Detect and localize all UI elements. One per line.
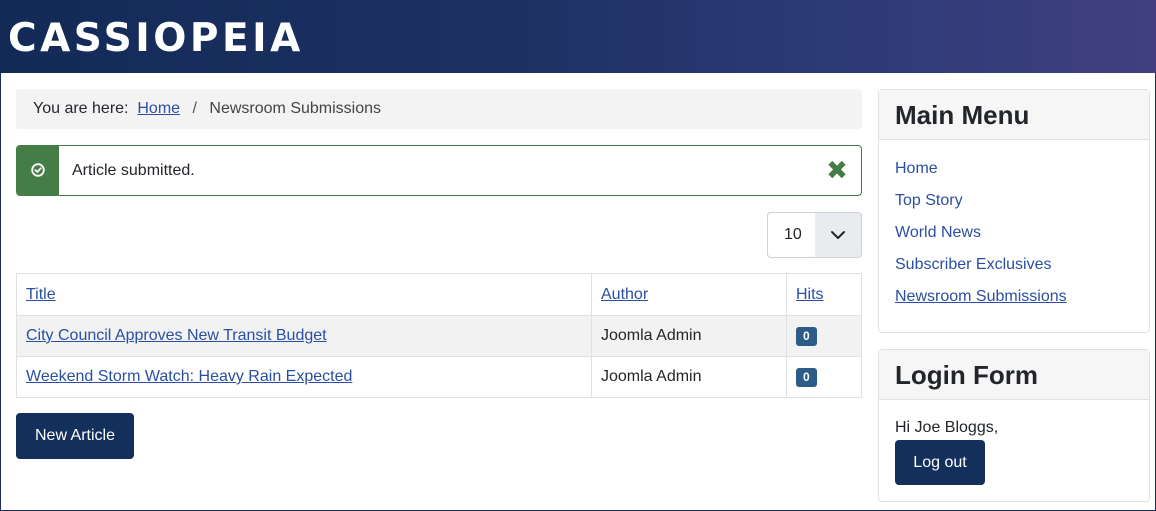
check-circle-icon <box>31 163 45 177</box>
menu-item-top-story: Top Story <box>895 185 1149 217</box>
login-form-module: Login Form Hi Joe Bloggs, Log out <box>878 349 1150 502</box>
success-alert: Article submitted. ✖ <box>16 145 862 196</box>
list-limit-arrow[interactable] <box>815 213 861 257</box>
main-menu-module: Main Menu Home Top Story World News Subs… <box>878 89 1150 333</box>
menu-link-home[interactable]: Home <box>895 160 938 177</box>
hits-badge: 0 <box>796 367 817 387</box>
article-author-cell: Joomla Admin <box>591 315 787 357</box>
sort-by-title-link[interactable]: Title <box>26 286 56 303</box>
site-header: CASSIOPEIA <box>0 0 1156 73</box>
article-hits-cell: 0 <box>786 356 862 398</box>
menu-link-subscriber-exclusives[interactable]: Subscriber Exclusives <box>895 256 1052 273</box>
article-title-cell: City Council Approves New Transit Budget <box>16 315 592 357</box>
article-author-cell: Joomla Admin <box>591 356 787 398</box>
new-article-button[interactable]: New Article <box>16 413 134 459</box>
article-title-link[interactable]: City Council Approves New Transit Budget <box>26 327 327 344</box>
sort-by-hits-link[interactable]: Hits <box>796 286 824 303</box>
logout-button[interactable]: Log out <box>895 440 985 485</box>
table-header-row: Title Author Hits <box>16 273 862 316</box>
breadcrumb: You are here: Home / Newsroom Submission… <box>16 89 862 129</box>
table-row: City Council Approves New Transit Budget… <box>16 315 862 357</box>
close-icon[interactable]: ✖ <box>825 157 849 183</box>
column-header-author: Author <box>591 273 787 316</box>
list-limit-select[interactable]: 10 <box>767 212 862 258</box>
menu-item-subscriber-exclusives: Subscriber Exclusives <box>895 249 1149 281</box>
breadcrumb-current: Newsroom Submissions <box>209 100 382 117</box>
login-form-title: Login Form <box>879 350 1149 400</box>
breadcrumb-separator: / <box>192 100 197 117</box>
menu-link-world-news[interactable]: World News <box>895 224 981 241</box>
column-header-hits: Hits <box>786 273 862 316</box>
menu-item-world-news: World News <box>895 217 1149 249</box>
articles-table: Title Author Hits City Council Approves … <box>16 273 862 398</box>
article-hits-cell: 0 <box>786 315 862 357</box>
sort-by-author-link[interactable]: Author <box>601 286 648 303</box>
article-title-link[interactable]: Weekend Storm Watch: Heavy Rain Expected <box>26 368 352 385</box>
hits-badge: 0 <box>796 326 817 346</box>
site-brand-logo[interactable]: CASSIOPEIA <box>8 17 304 61</box>
main-menu-list: Home Top Story World News Subscriber Exc… <box>879 140 1149 313</box>
breadcrumb-home-link[interactable]: Home <box>137 100 180 117</box>
menu-link-newsroom-submissions[interactable]: Newsroom Submissions <box>895 288 1067 305</box>
table-row: Weekend Storm Watch: Heavy Rain Expected… <box>16 356 862 398</box>
article-title-cell: Weekend Storm Watch: Heavy Rain Expected <box>16 356 592 398</box>
main-menu-title: Main Menu <box>879 90 1149 140</box>
breadcrumb-prefix: You are here: <box>33 100 129 117</box>
menu-link-top-story[interactable]: Top Story <box>895 192 963 209</box>
chevron-down-icon <box>831 231 845 239</box>
alert-message: Article submitted. <box>72 162 195 179</box>
list-limit-value: 10 <box>784 226 802 243</box>
menu-item-home: Home <box>895 153 1149 185</box>
login-greeting: Hi Joe Bloggs, <box>895 419 999 436</box>
alert-icon-box <box>17 146 59 195</box>
menu-item-newsroom-submissions: Newsroom Submissions <box>895 281 1149 313</box>
column-header-title: Title <box>16 273 592 316</box>
